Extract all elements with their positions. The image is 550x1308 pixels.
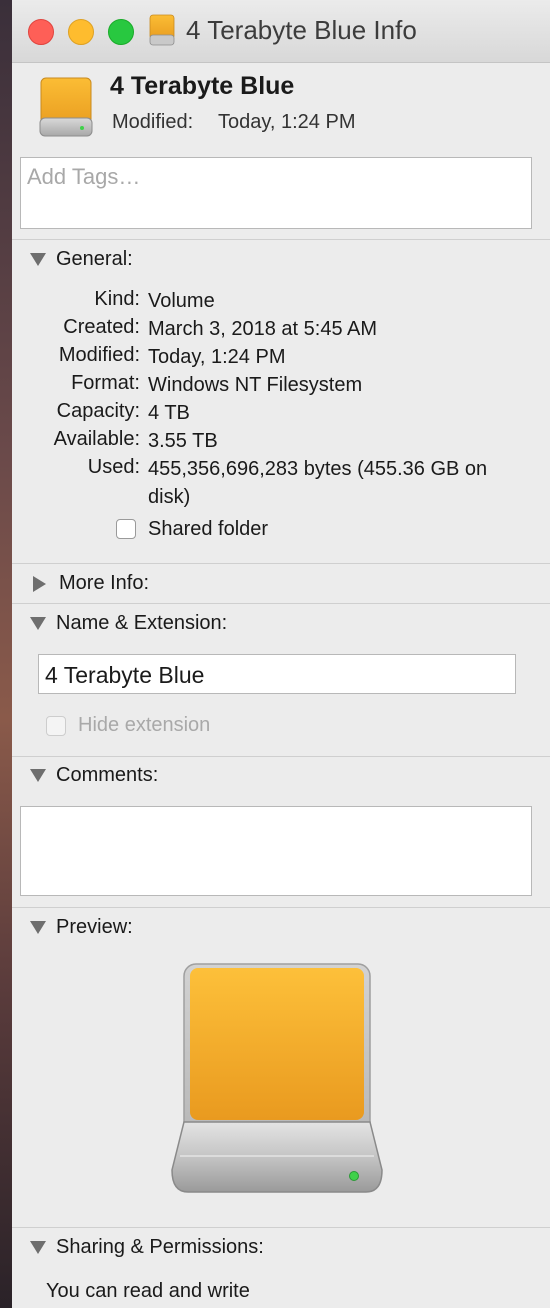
info-key: Used:	[87, 456, 140, 478]
disclosure-triangle-icon	[30, 769, 46, 782]
section-name-extension-label: Name & Extension:	[56, 612, 228, 634]
item-name: 4 Terabyte Blue	[110, 72, 295, 100]
modified-value: Today, 1:24 PM	[218, 111, 356, 133]
tags-field[interactable]	[20, 157, 532, 229]
section-more-info-header[interactable]: More Info:	[30, 572, 149, 595]
info-window: 4 Terabyte Blue Info 4 Terabyte Blue Mod…	[12, 0, 550, 1308]
info-key: Format:	[71, 372, 140, 394]
section-general-label: General:	[56, 248, 133, 270]
name-input[interactable]	[39, 655, 511, 696]
external-drive-icon	[149, 14, 175, 46]
info-value: Windows NT Filesystem	[148, 374, 363, 396]
info-value: 455,356,696,283 bytes (455.36 GB on disk…	[148, 458, 488, 508]
external-drive-preview-icon	[171, 963, 383, 1193]
info-value: Today, 1:24 PM	[148, 346, 286, 368]
name-field[interactable]	[38, 654, 516, 696]
divider	[12, 756, 550, 757]
section-more-info-label: More Info:	[59, 572, 150, 594]
info-value: March 3, 2018 at 5:45 AM	[148, 318, 378, 340]
section-preview-header[interactable]: Preview:	[30, 916, 133, 939]
info-key: Available:	[53, 428, 140, 450]
divider	[12, 603, 550, 604]
info-value: 4 TB	[148, 402, 190, 424]
info-key: Modified:	[58, 344, 140, 366]
info-key: Kind:	[94, 288, 140, 310]
shared-folder-checkbox[interactable]	[116, 519, 136, 539]
section-comments-header[interactable]: Comments:	[30, 764, 158, 787]
disclosure-triangle-icon	[30, 253, 46, 266]
section-preview-label: Preview:	[56, 916, 133, 938]
info-value: 3.55 TB	[148, 430, 218, 452]
tags-input[interactable]	[21, 158, 523, 196]
hide-extension-label: Hide extension	[78, 714, 211, 736]
info-key: Capacity:	[56, 400, 140, 422]
disclosure-triangle-icon	[30, 1241, 46, 1254]
divider	[12, 239, 550, 240]
minimize-button[interactable]	[68, 19, 94, 45]
external-drive-icon	[39, 77, 93, 137]
permission-summary: You can read and write	[46, 1280, 250, 1302]
divider	[12, 1227, 550, 1228]
window-title: 4 Terabyte Blue Info	[186, 15, 417, 45]
info-key: Created:	[63, 316, 140, 338]
hide-extension-checkbox[interactable]	[46, 716, 66, 736]
comments-field[interactable]	[20, 806, 532, 896]
section-sharing-header[interactable]: Sharing & Permissions:	[30, 1236, 264, 1259]
title-bar[interactable]: 4 Terabyte Blue Info	[12, 0, 550, 63]
divider	[12, 563, 550, 564]
shared-folder-label: Shared folder	[148, 518, 269, 540]
section-sharing-label: Sharing & Permissions:	[56, 1236, 264, 1258]
close-button[interactable]	[28, 19, 54, 45]
disclosure-triangle-icon	[30, 617, 46, 630]
disclosure-triangle-icon	[33, 575, 46, 592]
section-comments-label: Comments:	[56, 764, 159, 786]
divider	[12, 907, 550, 908]
section-name-extension-header[interactable]: Name & Extension:	[30, 612, 227, 635]
disclosure-triangle-icon	[30, 921, 46, 934]
info-value: Volume	[148, 290, 215, 312]
zoom-button[interactable]	[108, 19, 134, 45]
modified-label: Modified:	[112, 111, 194, 133]
section-general-header[interactable]: General:	[30, 248, 133, 271]
